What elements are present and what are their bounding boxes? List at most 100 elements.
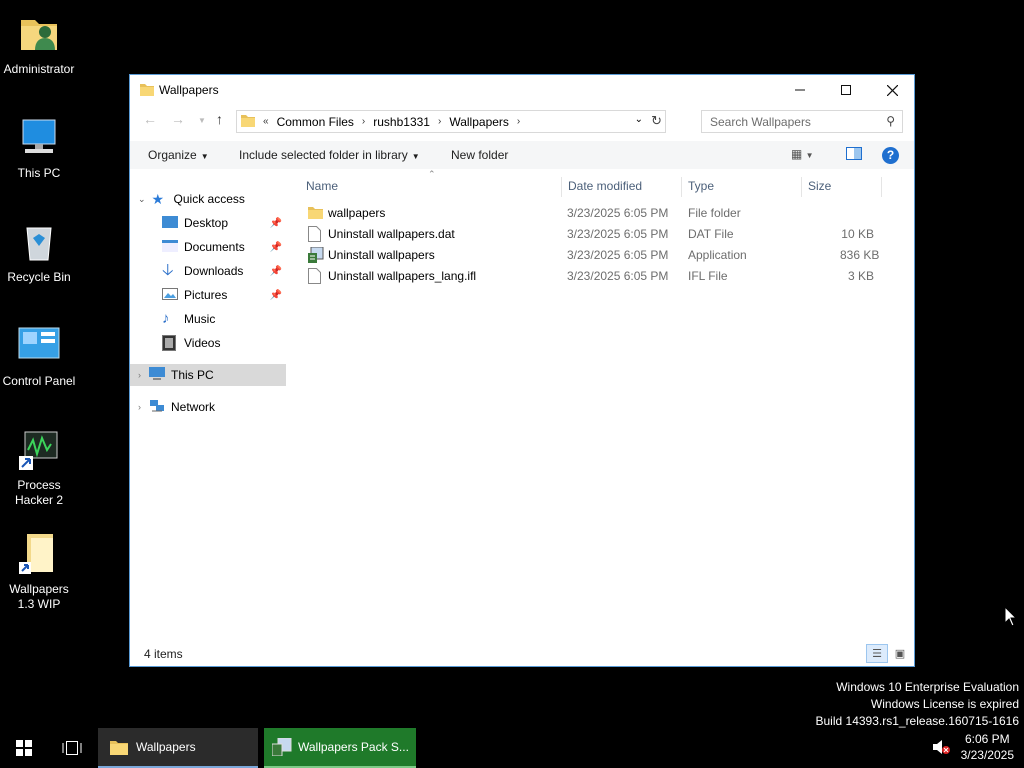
address-dropdown-icon[interactable]: ⌄	[635, 114, 643, 125]
desktop-icon-this-pc[interactable]: This PC	[0, 114, 78, 181]
file-row[interactable]: Uninstall wallpapers.dat 3/23/2025 6:05 …	[300, 224, 880, 245]
breadcrumb-separator-icon[interactable]: ›	[438, 116, 441, 127]
search-icon: ⚲	[886, 114, 895, 128]
column-header-date[interactable]: Date modified	[562, 177, 682, 197]
videos-icon	[162, 335, 178, 351]
column-header-size[interactable]: Size	[802, 177, 882, 197]
chevron-down-icon: ⌄	[138, 193, 146, 204]
chevron-down-icon: ▼	[200, 152, 209, 161]
desktop-icon-wallpapers[interactable]: Wallpapers 1.3 WIP	[0, 530, 78, 612]
include-in-library-button[interactable]: Include selected folder in library ▼	[239, 148, 420, 162]
control-panel-icon	[15, 322, 63, 370]
close-button[interactable]	[869, 75, 915, 105]
new-folder-button[interactable]: New folder	[451, 148, 508, 162]
organize-button[interactable]: Organize ▼	[148, 148, 209, 162]
folder-icon	[110, 741, 128, 755]
folder-icon	[140, 83, 154, 99]
desktop-icon-process-hacker[interactable]: Process Hacker 2	[0, 426, 78, 508]
desktop-icon-recycle-bin[interactable]: Recycle Bin	[0, 218, 78, 285]
file-list: ⌃ Name Date modified Type Size wallpaper…	[300, 169, 914, 645]
address-row: ← → ▼ ↑ « Common Files › rushb1331 › Wal…	[130, 109, 914, 135]
maximize-button[interactable]	[823, 75, 869, 105]
breadcrumb-wallpapers[interactable]: Wallpapers	[449, 115, 509, 129]
breadcrumb-rushb1331[interactable]: rushb1331	[373, 115, 430, 129]
explorer-window[interactable]: Wallpapers ← → ▼ ↑ « Common Files › rush…	[129, 74, 915, 667]
forward-arrow-icon[interactable]: →	[171, 111, 185, 127]
chevron-right-icon: ›	[138, 370, 141, 380]
search-input[interactable]: Search Wallpapers ⚲	[701, 110, 903, 133]
task-view-icon	[62, 741, 82, 755]
overflow-chevron-icon[interactable]: «	[263, 116, 269, 127]
column-header-name[interactable]: ⌃ Name	[300, 169, 562, 197]
pin-icon: 📌	[269, 241, 282, 253]
item-count: 4 items	[144, 647, 183, 661]
breadcrumb-separator-icon[interactable]: ›	[362, 116, 365, 127]
nav-videos[interactable]: Videos	[162, 332, 286, 354]
pin-icon: 📌	[269, 289, 282, 301]
activation-watermark: Windows 10 Enterprise Evaluation Windows…	[815, 680, 1020, 728]
installer-icon	[272, 738, 292, 756]
navigation-pane: ⌄ ★ Quick access Desktop 📌 Documents 📌 🡣…	[130, 175, 288, 645]
nav-documents[interactable]: Documents 📌	[162, 236, 286, 258]
recent-dropdown-icon[interactable]: ▼	[198, 116, 206, 125]
computer-icon	[149, 367, 165, 383]
folder-icon	[241, 114, 255, 130]
column-header-type[interactable]: Type	[682, 177, 802, 197]
title-bar[interactable]: Wallpapers	[130, 75, 914, 105]
file-row[interactable]: Uninstall wallpapers 3/23/2025 6:05 PM A…	[300, 245, 880, 266]
nav-music[interactable]: ♪ Music	[162, 308, 286, 330]
up-arrow-icon[interactable]: ↑	[216, 111, 223, 127]
start-button[interactable]	[0, 728, 48, 768]
folder-icon	[308, 205, 323, 222]
volume-muted-icon[interactable]	[932, 739, 950, 758]
preview-pane-icon[interactable]	[846, 147, 862, 163]
desktop-icon-control-panel[interactable]: Control Panel	[0, 322, 78, 389]
windows-logo-icon	[16, 740, 32, 756]
command-bar: Organize ▼ Include selected folder in lib…	[130, 141, 914, 169]
nav-pictures[interactable]: Pictures 📌	[162, 284, 286, 306]
taskbar: Wallpapers Wallpapers Pack S... 6:06 PM …	[0, 728, 1024, 768]
file-icon	[308, 226, 323, 243]
taskbar-item-wallpapers-pack[interactable]: Wallpapers Pack S...	[264, 728, 416, 768]
pin-icon: 📌	[269, 265, 282, 277]
folder-shortcut-icon	[15, 530, 63, 578]
address-bar[interactable]: « Common Files › rushb1331 › Wallpapers …	[236, 110, 666, 133]
breadcrumb-common-files[interactable]: Common Files	[277, 115, 354, 129]
file-row[interactable]: Uninstall wallpapers_lang.ifl 3/23/2025 …	[300, 266, 880, 287]
desktop-icon	[162, 215, 178, 231]
taskbar-item-wallpapers[interactable]: Wallpapers	[98, 728, 258, 768]
network-icon	[149, 399, 165, 415]
nav-desktop[interactable]: Desktop 📌	[162, 212, 286, 234]
pin-icon: 📌	[269, 217, 282, 229]
computer-icon	[15, 114, 63, 162]
file-row[interactable]: wallpapers 3/23/2025 6:05 PM File folder	[300, 203, 880, 224]
pictures-icon	[162, 287, 178, 303]
user-folder-icon	[15, 10, 63, 58]
minimize-button[interactable]	[777, 75, 823, 105]
help-icon: ?	[882, 147, 899, 164]
recycle-bin-icon	[15, 218, 63, 266]
breadcrumb-separator-icon[interactable]: ›	[517, 116, 520, 127]
back-arrow-icon[interactable]: ←	[143, 111, 157, 127]
view-options-icon[interactable]: ▦ ▼	[791, 147, 814, 161]
nav-downloads[interactable]: 🡣 Downloads 📌	[162, 260, 286, 282]
refresh-icon[interactable]: ↻	[651, 113, 662, 129]
chevron-right-icon: ›	[138, 402, 141, 412]
installer-icon	[308, 246, 324, 264]
details-view-icon[interactable]: ☰	[866, 644, 888, 663]
sort-arrow-icon: ⌃	[428, 169, 436, 179]
nav-network[interactable]: › Network	[138, 396, 288, 418]
task-view-button[interactable]	[48, 728, 96, 768]
help-button[interactable]: ?	[882, 147, 899, 164]
nav-this-pc[interactable]: › This PC	[130, 364, 286, 386]
file-icon	[308, 268, 323, 285]
music-icon: ♪	[162, 310, 170, 327]
nav-quick-access[interactable]: ⌄ ★ Quick access	[138, 188, 288, 210]
window-title: Wallpapers	[159, 83, 219, 97]
large-icons-view-icon[interactable]: ▣	[889, 644, 911, 663]
star-icon: ★	[151, 191, 165, 207]
chevron-down-icon: ▼	[411, 152, 420, 161]
status-bar: 4 items ☰ ▣	[130, 640, 914, 666]
desktop-icon-administrator[interactable]: Administrator	[0, 10, 78, 77]
system-clock[interactable]: 6:06 PM 3/23/2025	[961, 731, 1014, 763]
